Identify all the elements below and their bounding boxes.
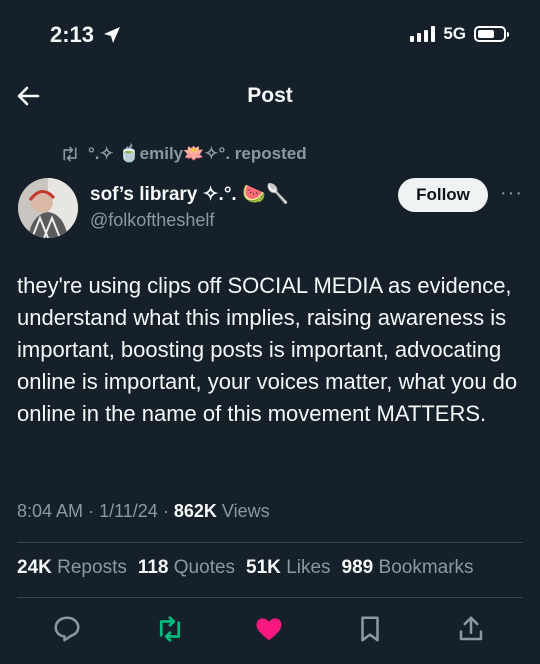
divider <box>17 597 523 598</box>
likes-stat[interactable]: 51K Likes <box>246 557 331 579</box>
reply-icon[interactable] <box>52 614 82 644</box>
location-arrow-icon <box>104 27 121 43</box>
avatar-image <box>18 178 78 238</box>
divider <box>17 542 523 543</box>
author-info[interactable]: sof’s library ✧.°. 🍉🥄 @folkoftheshelf <box>90 182 289 231</box>
repost-icon <box>63 146 77 162</box>
bookmarks-label: Bookmarks <box>378 557 474 578</box>
bookmarks-count: 989 <box>341 557 374 578</box>
views-count: 862K <box>173 501 217 521</box>
page-title: Post <box>247 84 293 107</box>
repost-attribution[interactable]: °.✧ 🍵emily🪷✧°. reposted <box>60 144 307 164</box>
share-icon[interactable] <box>456 614 486 644</box>
meta-separator: · <box>88 501 95 521</box>
tweet-time[interactable]: 8:04 AM <box>17 501 83 521</box>
tweet-meta: 8:04 AM · 1/11/24 · 862K Views <box>17 501 270 522</box>
likes-label: Likes <box>286 557 331 578</box>
follow-button[interactable]: Follow <box>398 178 488 212</box>
views-label: Views <box>221 501 270 521</box>
author-handle: @folkoftheshelf <box>90 210 215 230</box>
status-bar: 2:13 5G <box>0 0 540 70</box>
status-time: 2:13 <box>50 22 95 47</box>
bookmarks-stat[interactable]: 989 Bookmarks <box>342 557 474 579</box>
status-indicators: 5G <box>410 24 509 44</box>
reposts-count: 24K <box>17 557 52 578</box>
action-bar <box>0 610 540 650</box>
quotes-count: 118 <box>137 557 169 578</box>
author-name: sof’s library ✧.°. 🍉🥄 <box>90 184 290 205</box>
likes-count: 51K <box>246 557 281 578</box>
bookmark-icon[interactable] <box>355 614 385 644</box>
quotes-label: Quotes <box>173 557 236 578</box>
top-nav: Post <box>0 72 540 120</box>
battery-icon <box>474 26 509 42</box>
like-icon[interactable] <box>254 614 284 644</box>
quotes-stat[interactable]: 118 Quotes <box>138 557 235 579</box>
repost-text: °.✧ 🍵emily🪷✧°. reposted <box>88 144 307 163</box>
network-type: 5G <box>443 24 466 43</box>
engagement-stats: 24K Reposts 118 Quotes 51K Likes 989 Boo… <box>17 557 474 579</box>
more-options-icon[interactable]: ··· <box>500 182 523 205</box>
reposts-label: Reposts <box>57 557 127 578</box>
reposts-stat[interactable]: 24K Reposts <box>17 557 127 579</box>
meta-separator: · <box>162 501 169 521</box>
retweet-icon[interactable] <box>155 614 185 644</box>
avatar[interactable] <box>18 178 78 238</box>
status-time-group: 2:13 <box>50 22 122 48</box>
signal-icon <box>410 26 436 42</box>
tweet-text: they're using clips off SOCIAL MEDIA as … <box>17 273 518 426</box>
tweet-date[interactable]: 1/11/24 <box>99 501 158 521</box>
